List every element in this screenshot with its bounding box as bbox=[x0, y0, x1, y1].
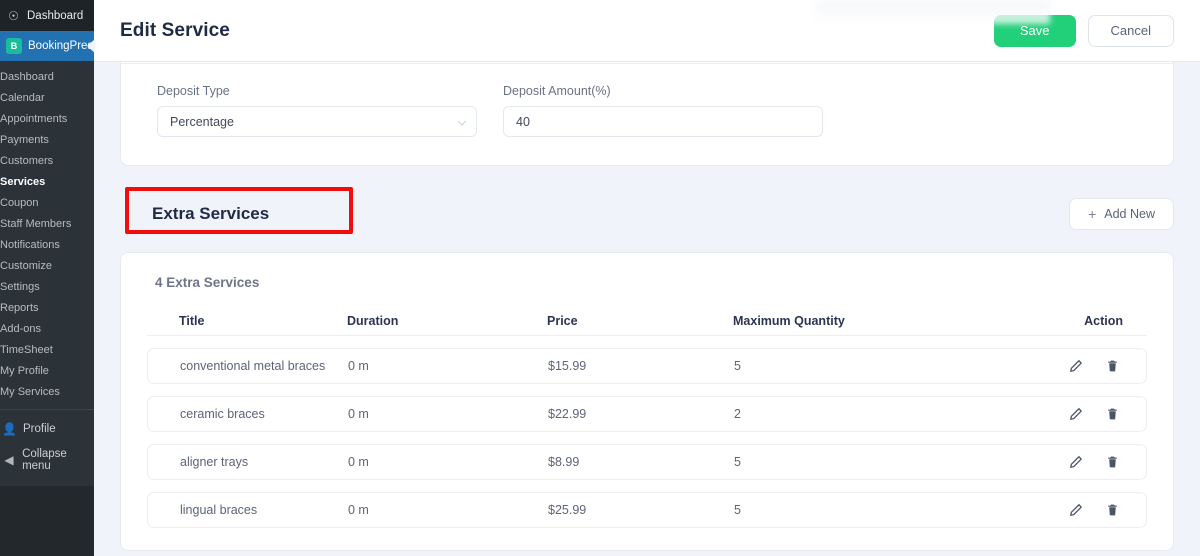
cell-title: aligner trays bbox=[180, 455, 249, 469]
chevron-down-icon bbox=[457, 116, 467, 126]
cell-duration: 0 m bbox=[348, 359, 369, 373]
sidebar-item-services[interactable]: Services bbox=[0, 172, 94, 193]
add-new-button[interactable]: + Add New bbox=[1069, 198, 1174, 230]
add-new-label: Add New bbox=[1104, 207, 1155, 221]
table-row[interactable]: aligner trays 0 m $8.99 5 bbox=[147, 444, 1147, 480]
deposit-amount-label: Deposit Amount(%) bbox=[503, 84, 611, 98]
extra-services-card: 4 Extra Services Title Duration Price Ma… bbox=[120, 252, 1174, 551]
sidebar-item-notifications[interactable]: Notifications bbox=[0, 235, 94, 256]
column-header-max-quantity: Maximum Quantity bbox=[733, 313, 845, 328]
cell-title: lingual braces bbox=[180, 503, 258, 517]
extra-services-count: 4 Extra Services bbox=[155, 275, 260, 290]
collapse-icon: ◀ bbox=[4, 453, 14, 467]
delete-trash-icon[interactable] bbox=[1104, 502, 1120, 518]
plus-icon: + bbox=[1088, 206, 1097, 222]
sidebar-item-appointments[interactable]: Appointments bbox=[0, 109, 94, 130]
extra-services-table: Title Duration Price Maximum Quantity Ac… bbox=[121, 306, 1173, 528]
cell-max-quantity: 5 bbox=[734, 503, 741, 517]
delete-trash-icon[interactable] bbox=[1104, 406, 1120, 422]
app-root: ☉ Dashboard B BookingPress Dashboard Cal… bbox=[0, 0, 1200, 556]
adminbar-dashboard-label: Dashboard bbox=[27, 9, 84, 22]
sidebar-item-calendar[interactable]: Calendar bbox=[0, 88, 94, 109]
edit-pencil-icon[interactable] bbox=[1068, 454, 1084, 470]
cell-max-quantity: 5 bbox=[734, 359, 741, 373]
save-button[interactable]: Save bbox=[993, 14, 1076, 47]
sidebar-item-customers[interactable]: Customers bbox=[0, 151, 94, 172]
sidebar-item-timesheet[interactable]: TimeSheet bbox=[0, 340, 94, 361]
table-row[interactable]: lingual braces 0 m $25.99 5 bbox=[147, 492, 1147, 528]
sidebar-item-collapse-menu[interactable]: ◀ Collapse menu bbox=[0, 442, 94, 478]
cell-max-quantity: 5 bbox=[734, 455, 741, 469]
sidebar-submenu: Dashboard Calendar Appointments Payments… bbox=[0, 61, 94, 486]
deposit-type-select[interactable]: Percentage bbox=[157, 106, 477, 137]
cell-action bbox=[1016, 502, 1138, 518]
edit-pencil-icon[interactable] bbox=[1068, 358, 1084, 374]
sidebar-item-dashboard[interactable]: Dashboard bbox=[0, 67, 94, 88]
deposit-type-field: Deposit Type Percentage bbox=[157, 84, 477, 137]
sidebar-item-profile-label: Profile bbox=[23, 423, 56, 435]
cell-price: $15.99 bbox=[548, 359, 587, 373]
wordpress-admin-sidebar: ☉ Dashboard B BookingPress Dashboard Cal… bbox=[0, 0, 99, 556]
header-actions: Save Cancel bbox=[993, 14, 1174, 47]
page-title: Edit Service bbox=[120, 19, 230, 41]
deposit-fields-row: Deposit Type Percentage Deposit Amount(%… bbox=[121, 64, 1173, 165]
deposit-type-label: Deposit Type bbox=[157, 84, 230, 98]
sidebar-item-coupon[interactable]: Coupon bbox=[0, 193, 94, 214]
deposit-amount-value: 40 bbox=[516, 114, 530, 129]
sidebar-item-my-profile[interactable]: My Profile bbox=[0, 361, 94, 382]
deposit-amount-field: Deposit Amount(%) 40 bbox=[503, 84, 823, 137]
column-header-action: Action bbox=[1084, 313, 1123, 328]
column-header-price: Price bbox=[547, 313, 578, 328]
cell-max-quantity: 2 bbox=[734, 407, 741, 421]
column-header-title: Title bbox=[179, 313, 205, 328]
main-content: Deposit Type Percentage Deposit Amount(%… bbox=[94, 62, 1200, 556]
sidebar-divider bbox=[0, 409, 94, 410]
cell-duration: 0 m bbox=[348, 407, 369, 421]
edit-pencil-icon[interactable] bbox=[1068, 406, 1084, 422]
cell-action bbox=[1016, 454, 1138, 470]
cell-price: $25.99 bbox=[548, 503, 587, 517]
extra-services-section-header: Extra Services + Add New bbox=[120, 187, 1174, 238]
extra-services-title: Extra Services bbox=[152, 204, 270, 223]
cell-title: ceramic braces bbox=[180, 407, 265, 421]
table-header-row: Title Duration Price Maximum Quantity Ac… bbox=[147, 306, 1147, 336]
cell-price: $8.99 bbox=[548, 455, 580, 469]
sidebar-item-addons[interactable]: Add-ons bbox=[0, 319, 94, 340]
delete-trash-icon[interactable] bbox=[1104, 358, 1120, 374]
sidebar-item-reports[interactable]: Reports bbox=[0, 298, 94, 319]
sidebar-item-customize[interactable]: Customize bbox=[0, 256, 94, 277]
sidebar-item-settings[interactable]: Settings bbox=[0, 277, 94, 298]
table-row[interactable]: conventional metal braces 0 m $15.99 5 bbox=[147, 348, 1147, 384]
cell-title: conventional metal braces bbox=[180, 359, 326, 373]
column-header-duration: Duration bbox=[347, 313, 399, 328]
sidebar-item-my-services[interactable]: My Services bbox=[0, 382, 94, 403]
adminbar-dashboard[interactable]: ☉ Dashboard bbox=[0, 0, 94, 31]
sidebar-item-payments[interactable]: Payments bbox=[0, 130, 94, 151]
cancel-button[interactable]: Cancel bbox=[1087, 14, 1174, 47]
cell-duration: 0 m bbox=[348, 455, 369, 469]
sidebar-item-bookingpress[interactable]: B BookingPress bbox=[0, 31, 99, 61]
deposit-card: Deposit Type Percentage Deposit Amount(%… bbox=[120, 62, 1174, 166]
deposit-amount-input[interactable]: 40 bbox=[503, 106, 823, 137]
delete-trash-icon[interactable] bbox=[1104, 454, 1120, 470]
cell-action bbox=[1016, 406, 1138, 422]
cell-duration: 0 m bbox=[348, 503, 369, 517]
table-row[interactable]: ceramic braces 0 m $22.99 2 bbox=[147, 396, 1147, 432]
sidebar-active-arrow bbox=[87, 39, 95, 53]
sidebar-item-staff-members[interactable]: Staff Members bbox=[0, 214, 94, 235]
user-icon: 👤 bbox=[2, 422, 17, 436]
deposit-type-value: Percentage bbox=[170, 114, 234, 129]
sidebar-item-profile[interactable]: 👤 Profile bbox=[0, 416, 94, 442]
bookingpress-icon: B bbox=[6, 38, 22, 54]
page-header: Edit Service Save Cancel bbox=[94, 0, 1200, 62]
sidebar-item-collapse-label: Collapse menu bbox=[22, 448, 67, 472]
cell-action bbox=[1016, 358, 1138, 374]
cell-price: $22.99 bbox=[548, 407, 587, 421]
wordpress-icon: ☉ bbox=[8, 8, 19, 23]
edit-pencil-icon[interactable] bbox=[1068, 502, 1084, 518]
